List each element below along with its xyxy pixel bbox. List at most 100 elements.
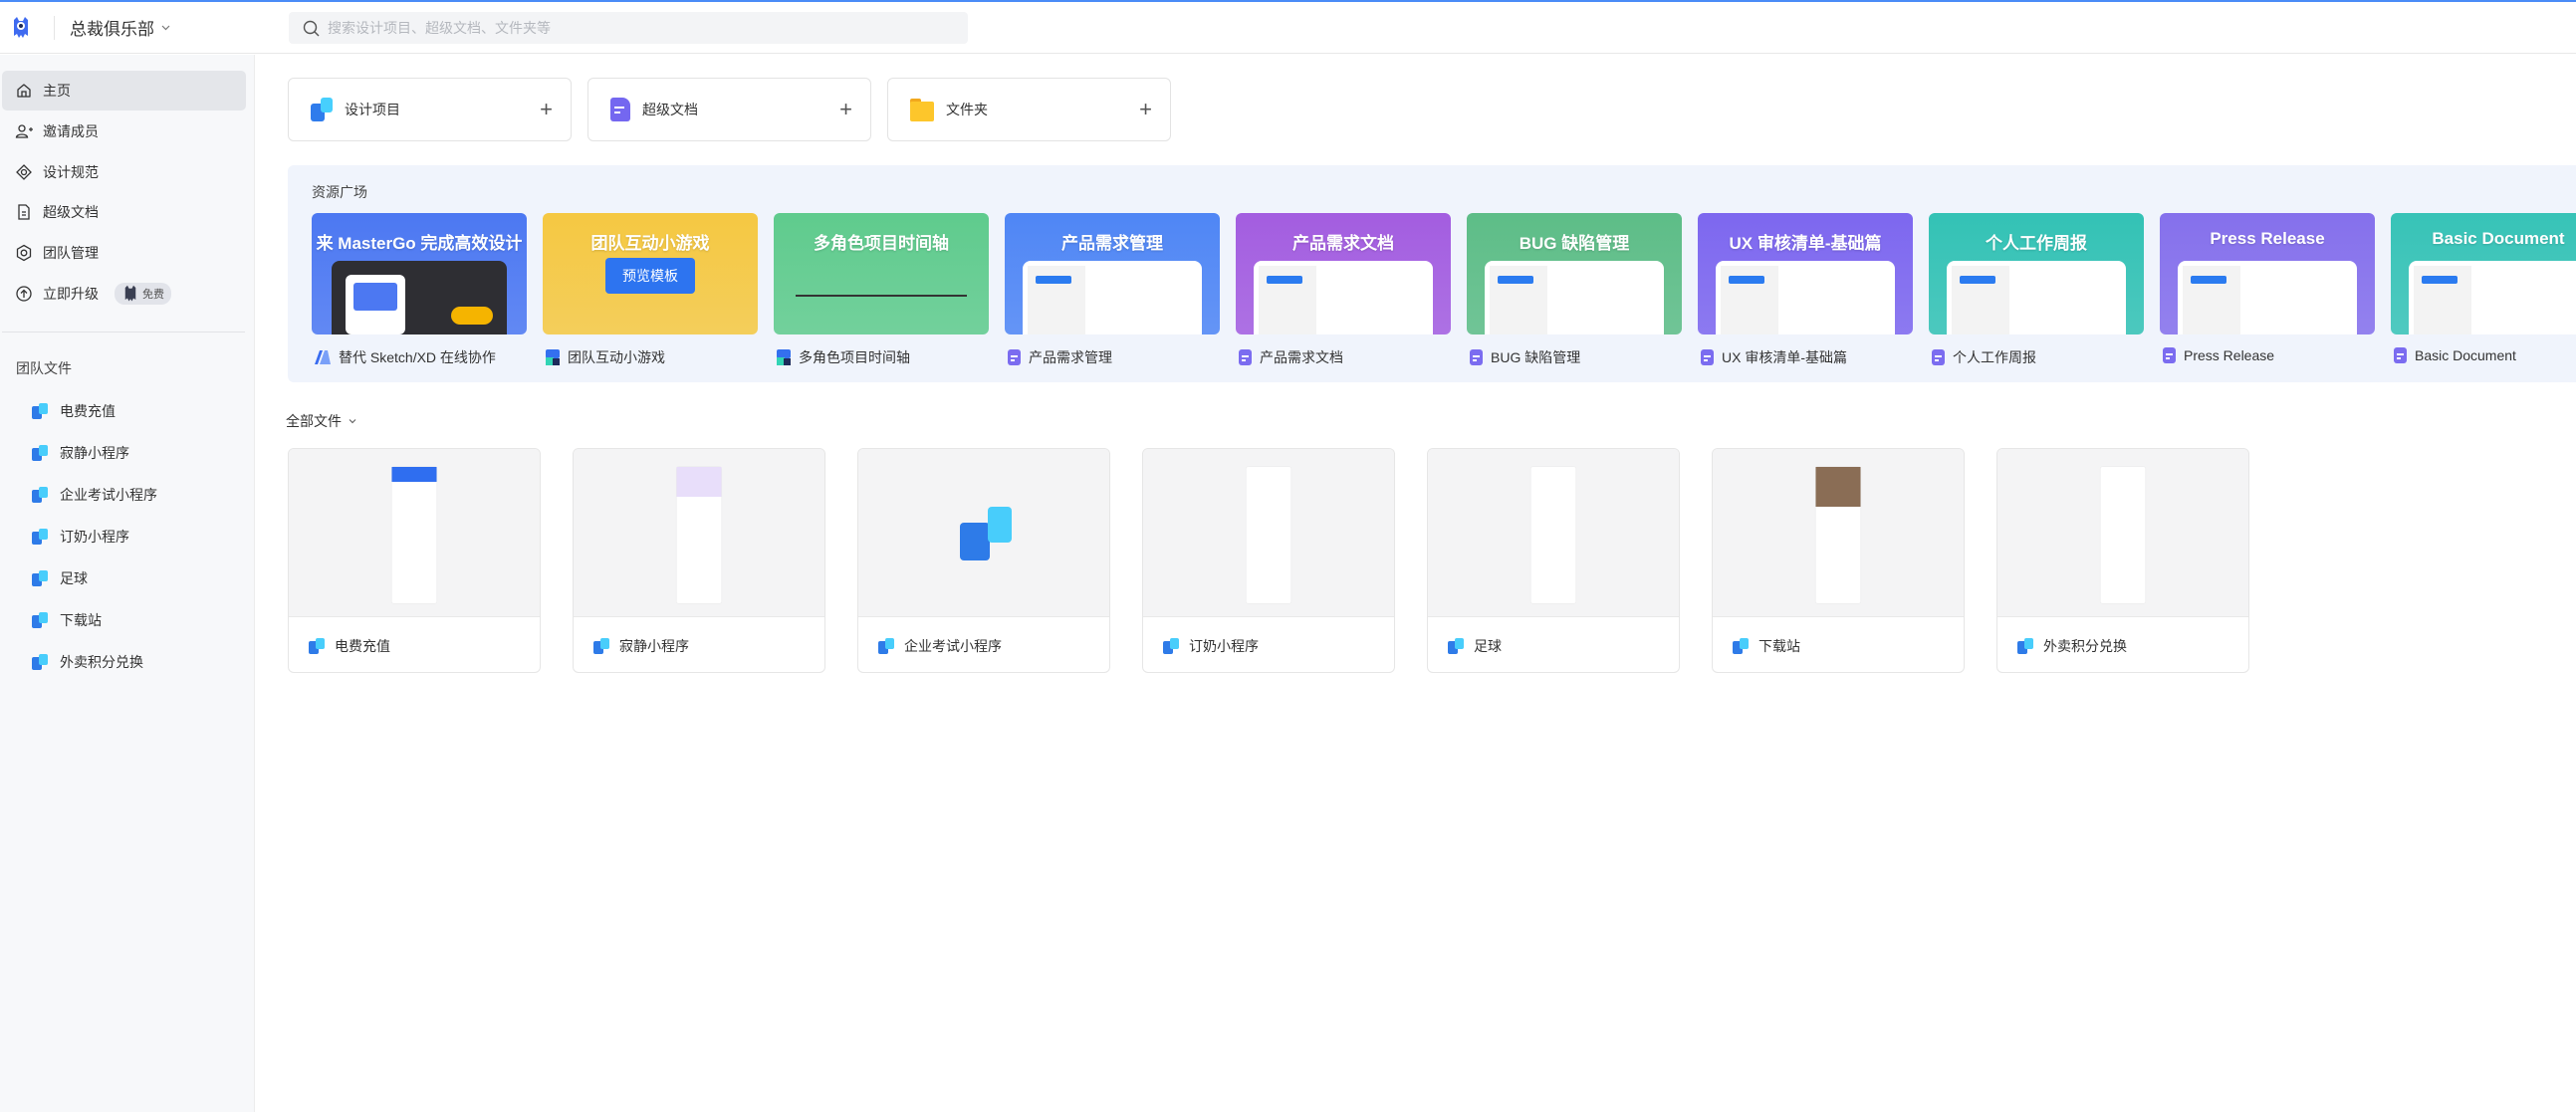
resource-card[interactable]: 多角色项目时间轴 — [774, 213, 989, 334]
file-thumbnail — [1997, 449, 2248, 617]
design-project-icon — [311, 98, 333, 121]
sidebar-file-item[interactable]: 电费充值 — [32, 391, 116, 431]
doc-illustration — [1023, 261, 1202, 334]
new-folder-button[interactable]: 文件夹 + — [887, 78, 1171, 141]
resource-card-label[interactable]: Press Release — [2163, 347, 2274, 363]
resource-card-label[interactable]: 产品需求管理 — [1008, 347, 1112, 367]
sidebar-file-item[interactable]: 订奶小程序 — [32, 517, 129, 556]
resource-card-banner: 产品需求管理 — [1061, 234, 1163, 253]
sidebar-file-item[interactable]: 企业考试小程序 — [32, 475, 157, 515]
resource-card-banner: 团队互动小游戏 — [590, 234, 710, 253]
resource-card-label[interactable]: Basic Document — [2394, 347, 2516, 363]
file-thumbnail — [1428, 449, 1679, 617]
new-design-project-button[interactable]: 设计项目 + — [288, 78, 572, 141]
resource-card[interactable]: Basic Document — [2391, 213, 2576, 334]
file-card[interactable]: 订奶小程序 — [1142, 448, 1395, 673]
file-thumbnail-preview — [391, 467, 437, 603]
file-name: 订奶小程序 — [60, 529, 129, 545]
sidebar-item-home[interactable]: 主页 — [2, 71, 246, 111]
design-project-icon — [1163, 638, 1179, 654]
file-thumbnail — [574, 449, 824, 617]
resource-card[interactable]: 来 MasterGo 完成高效设计 — [312, 213, 527, 334]
design-project-icon — [32, 612, 48, 628]
file-card[interactable]: 足球 — [1427, 448, 1680, 673]
file-card[interactable]: 下载站 — [1712, 448, 1965, 673]
resource-card-label[interactable]: 团队互动小游戏 — [546, 347, 665, 367]
sidebar-item-label: 立即升级 — [43, 286, 99, 302]
file-name: 企业考试小程序 — [60, 487, 157, 503]
sidebar-item-super-docs[interactable]: 超级文档 — [2, 192, 246, 232]
resource-plaza: 资源广场 来 MasterGo 完成高效设计 替代 Sketch/XD 在线协作 团… — [288, 165, 2576, 382]
resource-card-banner: Basic Document — [2432, 229, 2565, 248]
file-thumbnail-preview — [1246, 467, 1291, 603]
main-content: 设计项目 + 超级文档 + 文件夹 + 资源广场 来 MasterGo 完成高效… — [256, 55, 2576, 1112]
resource-plaza-title: 资源广场 — [312, 184, 367, 200]
file-card[interactable]: 寂静小程序 — [573, 448, 825, 673]
document-icon — [18, 204, 30, 220]
resource-card-label[interactable]: 多角色项目时间轴 — [777, 347, 910, 367]
file-name: 寂静小程序 — [619, 638, 689, 654]
sidebar-item-team-management[interactable]: 团队管理 — [2, 233, 246, 273]
resource-card[interactable]: 团队互动小游戏预览模板 — [543, 213, 758, 334]
doc-icon — [2394, 347, 2407, 363]
file-card[interactable]: 电费充值 — [288, 448, 541, 673]
resource-card-banner: Press Release — [2210, 229, 2325, 248]
preview-template-button[interactable]: 预览模板 — [605, 258, 695, 294]
team-switcher[interactable]: 总裁俱乐部 — [70, 15, 171, 40]
sidebar-item-design-spec[interactable]: 设计规范 — [2, 152, 246, 192]
sidebar-file-item[interactable]: 外卖积分兑换 — [32, 642, 143, 682]
resource-card[interactable]: 个人工作周报 — [1929, 213, 2144, 334]
sidebar-item-label: 主页 — [43, 83, 71, 99]
upgrade-icon — [16, 286, 32, 302]
sidebar-file-item[interactable]: 寂静小程序 — [32, 433, 129, 473]
resource-card-label[interactable]: BUG 缺陷管理 — [1470, 347, 1580, 367]
sidebar-item-label: 团队管理 — [43, 245, 99, 261]
whiteboard-icon — [777, 349, 791, 365]
plus-icon: + — [1139, 97, 1152, 121]
file-card[interactable]: 外卖积分兑换 — [1996, 448, 2249, 673]
resource-card[interactable]: Press Release — [2160, 213, 2375, 334]
resource-card[interactable]: UX 审核清单-基础篇 — [1698, 213, 1913, 334]
design-project-icon — [960, 507, 1016, 560]
file-name: 寂静小程序 — [60, 445, 129, 461]
resource-card[interactable]: 产品需求管理 — [1005, 213, 1220, 334]
file-name: 企业考试小程序 — [904, 638, 1002, 654]
resource-card-label[interactable]: 个人工作周报 — [1932, 347, 2036, 367]
sidebar-item-invite-members[interactable]: 邀请成员 — [2, 111, 246, 151]
resource-card-banner: 产品需求文档 — [1292, 234, 1394, 253]
team-name: 总裁俱乐部 — [70, 20, 154, 39]
resource-card-label[interactable]: 产品需求文档 — [1239, 347, 1343, 367]
file-thumbnail-preview — [1530, 467, 1576, 603]
chevron-down-icon — [161, 25, 170, 31]
sidebar-file-item[interactable]: 下载站 — [32, 600, 102, 640]
quick-create-label: 超级文档 — [642, 102, 698, 117]
resource-card-label[interactable]: UX 审核清单-基础篇 — [1701, 347, 1847, 367]
resource-card[interactable]: BUG 缺陷管理 — [1467, 213, 1682, 334]
file-card[interactable]: 企业考试小程序 — [857, 448, 1110, 673]
chevron-down-icon — [349, 419, 356, 424]
mastergo-logo-icon[interactable] — [11, 16, 31, 40]
doc-illustration — [1716, 261, 1895, 334]
illustration — [332, 261, 507, 334]
resource-card-label[interactable]: 替代 Sketch/XD 在线协作 — [315, 347, 496, 367]
design-project-icon — [32, 529, 48, 545]
sidebar-item-upgrade[interactable]: 立即升级 免费 — [2, 274, 246, 314]
file-name: 下载站 — [60, 612, 102, 628]
search-input[interactable] — [328, 20, 925, 36]
resource-card-banner: 来 MasterGo 完成高效设计 — [316, 234, 523, 253]
sidebar-item-label: 设计规范 — [43, 164, 99, 180]
quick-create-label: 文件夹 — [946, 102, 988, 117]
file-thumbnail — [1713, 449, 1964, 617]
sidebar-file-item[interactable]: 足球 — [32, 558, 88, 598]
doc-illustration — [1254, 261, 1433, 334]
doc-illustration — [1947, 261, 2126, 334]
timeline-illustration — [796, 295, 967, 297]
all-files-filter[interactable]: 全部文件 — [286, 411, 357, 431]
design-project-icon — [2017, 638, 2033, 654]
new-super-doc-button[interactable]: 超级文档 + — [587, 78, 871, 141]
design-project-icon — [32, 654, 48, 670]
search-box[interactable] — [289, 12, 968, 44]
doc-illustration — [2178, 261, 2357, 334]
home-icon — [17, 84, 31, 98]
resource-card[interactable]: 产品需求文档 — [1236, 213, 1451, 334]
